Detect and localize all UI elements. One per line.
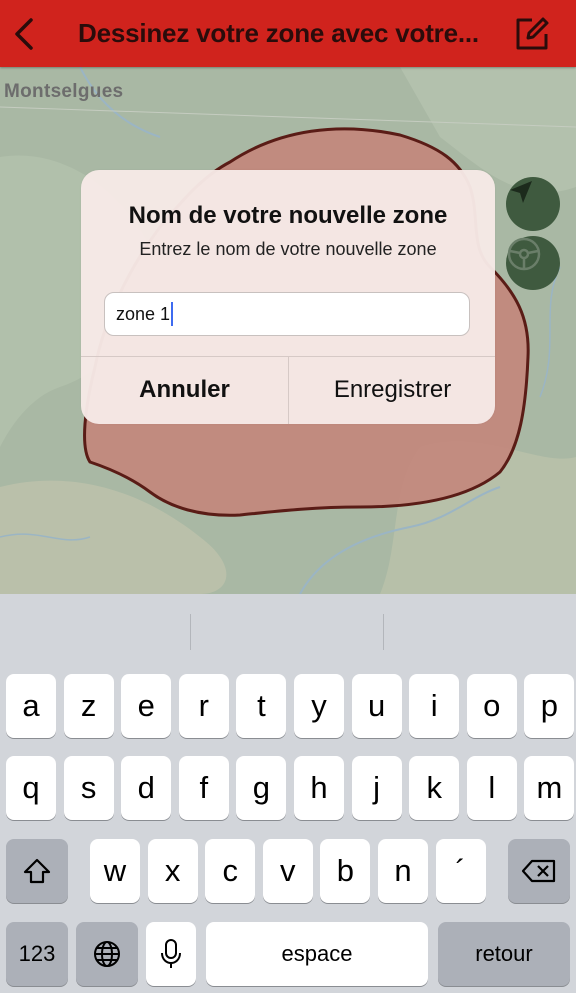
back-button[interactable]: [8, 14, 42, 54]
save-button[interactable]: Enregistrer: [289, 356, 496, 424]
key-j[interactable]: j: [351, 756, 402, 820]
zone-name-value: zone 1: [116, 304, 171, 324]
cancel-button[interactable]: Annuler: [81, 356, 288, 424]
globe-key[interactable]: [76, 922, 138, 986]
suggestion-divider: [190, 614, 191, 650]
key-u[interactable]: u: [351, 674, 402, 738]
navigation-arrow-icon: [510, 181, 532, 203]
delete-key[interactable]: [508, 839, 570, 903]
key-k[interactable]: k: [409, 756, 460, 820]
key-z[interactable]: z: [63, 674, 114, 738]
suggestion-divider: [383, 614, 384, 650]
key-y[interactable]: y: [294, 674, 344, 738]
key-w[interactable]: w: [90, 839, 140, 903]
key-s[interactable]: s: [63, 756, 114, 820]
shift-key[interactable]: [6, 839, 68, 903]
backspace-icon: [521, 859, 556, 883]
key-r[interactable]: r: [178, 674, 229, 738]
key-v[interactable]: v: [262, 839, 313, 903]
key-h[interactable]: h: [294, 756, 344, 820]
key-x[interactable]: x: [147, 839, 198, 903]
key-o[interactable]: o: [466, 674, 517, 738]
new-zone-dialog: Nom de votre nouvelle zone Entrez le nom…: [81, 170, 495, 424]
key-q[interactable]: q: [6, 756, 56, 820]
globe-icon: [94, 941, 120, 967]
key-l[interactable]: l: [466, 756, 517, 820]
dialog-title: Nom de votre nouvelle zone: [128, 202, 448, 229]
numbers-key[interactable]: 123: [6, 922, 68, 986]
zone-name-input[interactable]: zone 1: [104, 292, 470, 336]
chevron-left-icon: [15, 18, 33, 50]
key-t[interactable]: t: [236, 674, 287, 738]
key-e[interactable]: e: [121, 674, 172, 738]
dialog-message: Entrez le nom de votre nouvelle zone: [139, 239, 437, 259]
keyboard: azertyuiop qsdfghjklm w x c v b n ´ 123 espace…: [0, 594, 576, 993]
text-caret: [171, 302, 174, 327]
edit-icon: [516, 17, 549, 50]
key-i[interactable]: i: [409, 674, 460, 738]
key-n[interactable]: n: [378, 839, 428, 903]
dictation-key[interactable]: [146, 922, 196, 986]
key-accent[interactable]: ´: [435, 839, 486, 903]
key-f[interactable]: f: [178, 756, 229, 820]
map-place-label: Montselgues: [4, 81, 124, 102]
space-key[interactable]: espace: [206, 922, 428, 986]
key-p[interactable]: p: [524, 674, 575, 738]
steering-wheel-icon: [507, 237, 541, 271]
key-d[interactable]: d: [121, 756, 172, 820]
key-g[interactable]: g: [236, 756, 287, 820]
page-title: Dessinez votre zone avec votre...: [78, 18, 479, 48]
return-key[interactable]: retour: [438, 922, 570, 986]
key-m[interactable]: m: [524, 756, 575, 820]
microphone-icon: [161, 939, 181, 968]
nav-header: Dessinez votre zone avec votre...: [0, 0, 576, 67]
shift-icon: [23, 858, 51, 884]
key-c[interactable]: c: [205, 839, 256, 903]
locate-button[interactable]: [506, 177, 560, 231]
edit-button[interactable]: [512, 14, 552, 54]
steering-button[interactable]: [506, 236, 560, 290]
key-a[interactable]: a: [6, 674, 56, 738]
key-b[interactable]: b: [320, 839, 371, 903]
